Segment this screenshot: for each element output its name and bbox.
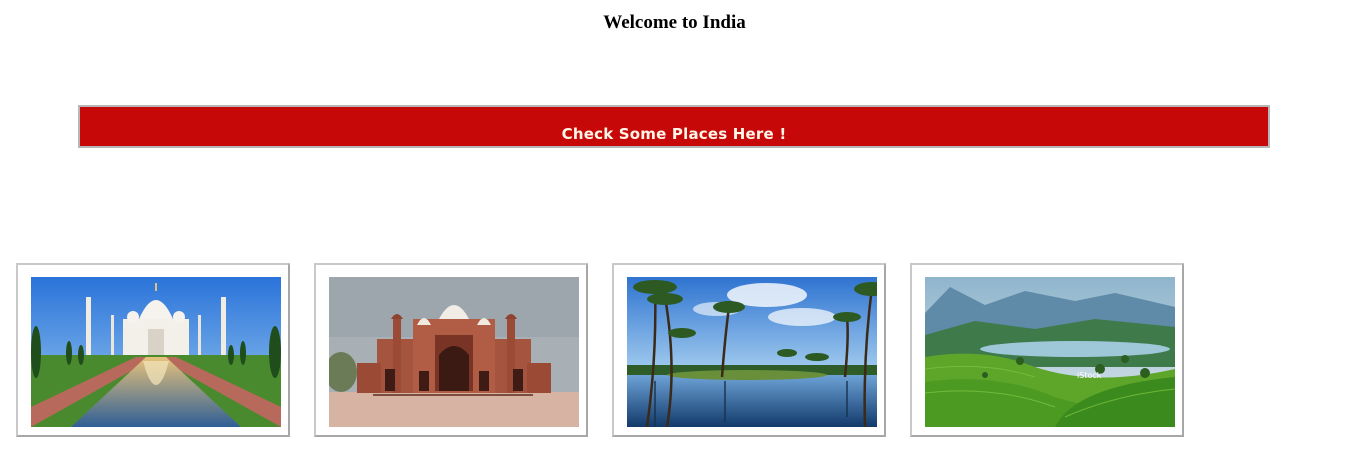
page-title: Welcome to India (603, 12, 746, 33)
banner-label: Check Some Places Here ! (561, 125, 787, 143)
backwaters-image (627, 277, 877, 427)
tea-hills-image: iStock (925, 277, 1175, 427)
places-banner[interactable]: Check Some Places Here ! (78, 105, 1270, 148)
place-card-taj-mahal[interactable] (16, 263, 290, 437)
place-card-backwaters[interactable] (612, 263, 886, 437)
taj-mahal-image (31, 277, 281, 427)
red-mosque-image (329, 277, 579, 427)
istock-watermark: iStock (1077, 371, 1102, 380)
place-card-tea-hills[interactable]: iStock (910, 263, 1184, 437)
place-card-red-mosque[interactable] (314, 263, 588, 437)
